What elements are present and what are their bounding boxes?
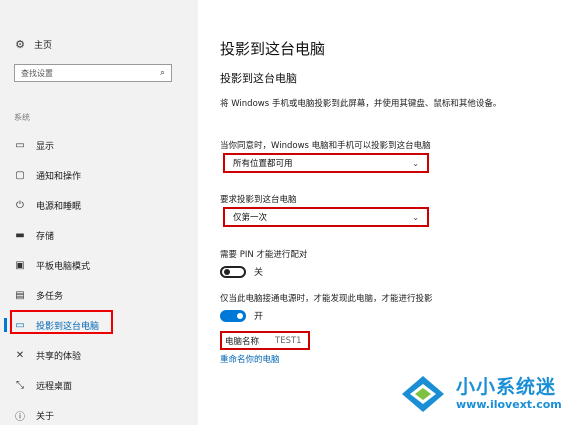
search-placeholder: 查找设置 — [21, 68, 53, 78]
pin-toggle-row: 关 — [220, 265, 263, 278]
remote-icon: ⤡ — [16, 379, 24, 391]
sidebar-item-power[interactable]: ⏻ 电源和睡眠 — [0, 190, 198, 220]
watermark-brand: 小小系统迷 — [456, 376, 557, 398]
nav-home-label: 主页 — [34, 41, 53, 51]
ask-label: 要求投影到这台电脑 — [220, 195, 297, 205]
availability-label: 当你同意时，Windows 电脑和手机可以投影到这台电脑 — [220, 141, 431, 151]
multitask-icon: ▤ — [15, 289, 25, 301]
power-only-toggle-state: 开 — [254, 312, 264, 322]
power-only-toggle[interactable] — [220, 309, 246, 322]
power-icon: ⏻ — [16, 199, 24, 211]
sidebar-item-label: 通知和操作 — [36, 171, 82, 182]
sidebar-item-label: 关于 — [36, 411, 55, 422]
rename-pc-link[interactable]: 重命名你的电脑 — [220, 353, 280, 365]
selected-indicator — [4, 318, 7, 332]
nav-list: ▭ 显示 ▢ 通知和操作 ⏻ 电源和睡眠 ▬ 存储 ▣ 平板电脑模式 ▤ 多任务… — [0, 130, 198, 430]
sidebar-item-label: 显示 — [36, 141, 55, 152]
highlight-annotation — [10, 310, 113, 334]
pc-name-value: TEST1 — [275, 335, 302, 346]
sidebar-item-label: 共享的体验 — [36, 351, 82, 362]
pc-name: 电脑名称 TEST1 — [220, 331, 310, 350]
gear-icon: ⚙ — [15, 38, 25, 51]
monitor-icon: ▭ — [15, 139, 25, 151]
section-label: 系统 — [14, 113, 30, 122]
ask-value: 仅第一次 — [233, 213, 268, 223]
nav-home[interactable]: ⚙ 主页 — [14, 38, 52, 51]
page-title: 投影到这台电脑 — [220, 40, 326, 58]
power-only-label: 仅当此电脑接通电源时，才能发现此电脑，才能进行投影 — [220, 294, 433, 304]
sidebar-item-remote[interactable]: ⤡ 远程桌面 — [0, 370, 198, 400]
watermark: 小小系统迷 www.ilovext.com — [400, 368, 586, 425]
storage-icon: ▬ — [15, 229, 25, 241]
power-only-toggle-row: 开 — [220, 309, 263, 322]
sidebar-item-about[interactable]: ⓘ 关于 — [0, 400, 198, 430]
tablet-icon: ▣ — [15, 259, 25, 271]
chevron-down-icon: ⌄ — [412, 158, 419, 168]
sidebar-item-notifications[interactable]: ▢ 通知和操作 — [0, 160, 198, 190]
ask-dropdown[interactable]: 仅第一次 ⌄ — [223, 207, 429, 227]
pin-toggle[interactable] — [220, 265, 246, 278]
share-icon: ✕ — [15, 349, 25, 361]
pc-name-label: 电脑名称 — [225, 336, 260, 347]
sidebar-item-multitask[interactable]: ▤ 多任务 — [0, 280, 198, 310]
sidebar-item-label: 多任务 — [36, 291, 64, 302]
chevron-down-icon: ⌄ — [412, 212, 419, 222]
main-content: 投影到这台电脑 投影到这台电脑 将 Windows 手机或电脑投影到此屏幕，并使… — [220, 0, 586, 425]
sidebar-item-label: 存储 — [36, 231, 55, 242]
search-input[interactable]: 查找设置 ⌕ — [14, 64, 172, 82]
search-icon[interactable]: ⌕ — [160, 68, 165, 78]
description: 将 Windows 手机或电脑投影到此屏幕，并使用其键盘、鼠标和其他设备。 — [220, 99, 502, 109]
sidebar-item-shared[interactable]: ✕ 共享的体验 — [0, 340, 198, 370]
sidebar-item-display[interactable]: ▭ 显示 — [0, 130, 198, 160]
section-title: 投影到这台电脑 — [220, 72, 297, 85]
sidebar-item-label: 电源和睡眠 — [36, 201, 82, 212]
watermark-url: www.ilovext.com — [456, 398, 562, 411]
availability-dropdown[interactable]: 所有位置都可用 ⌄ — [223, 153, 429, 173]
sidebar-item-label: 平板电脑模式 — [36, 261, 91, 272]
sidebar-item-storage[interactable]: ▬ 存储 — [0, 220, 198, 250]
sidebar-item-tablet[interactable]: ▣ 平板电脑模式 — [0, 250, 198, 280]
sidebar: ⚙ 主页 查找设置 ⌕ 系统 ▭ 显示 ▢ 通知和操作 ⏻ 电源和睡眠 ▬ 存储… — [0, 0, 198, 425]
availability-value: 所有位置都可用 — [233, 159, 293, 169]
message-icon: ▢ — [15, 169, 25, 181]
info-icon: ⓘ — [15, 411, 25, 423]
pin-toggle-state: 关 — [254, 268, 264, 278]
brand-logo-icon — [402, 376, 444, 412]
pin-label: 需要 PIN 才能进行配对 — [220, 250, 308, 260]
sidebar-item-label: 远程桌面 — [36, 381, 73, 392]
